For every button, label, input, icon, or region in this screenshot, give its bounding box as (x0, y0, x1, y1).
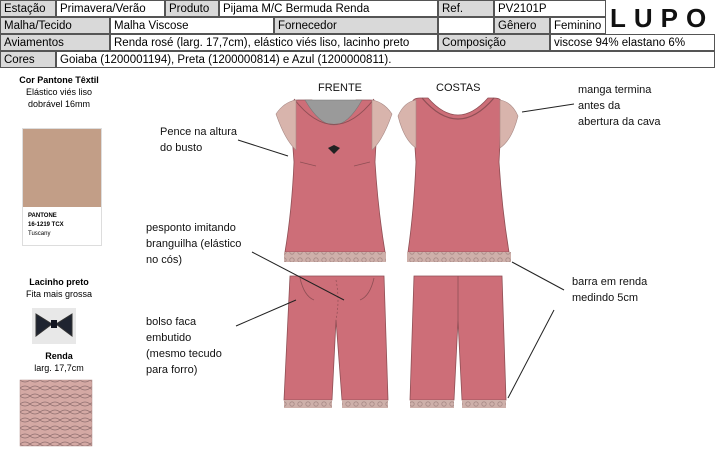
pence-annotation: Pence na altura do busto (160, 126, 238, 154)
front-right-sleeve (371, 99, 393, 151)
bolso-leader (235, 299, 297, 327)
back-shorts (409, 275, 507, 408)
back-left-sleeve (397, 99, 417, 149)
back-top (397, 97, 519, 262)
front-top-hem-lace (284, 252, 386, 262)
barra-leader-bottom (507, 309, 555, 399)
back-right-sleeve (499, 99, 519, 149)
back-top-hem-lace (407, 252, 511, 262)
front-right-leg-lace (342, 400, 388, 408)
front-left-leg-lace (284, 400, 332, 408)
back-view-label: COSTAS (436, 82, 481, 94)
manga-leader (521, 103, 575, 113)
barra-leader-top (511, 261, 565, 291)
bow-swatch (32, 308, 76, 344)
back-left-leg-lace (410, 400, 454, 408)
bolso-annotation: bolso faca embutido (mesmo tecudo para f… (146, 316, 222, 376)
back-top-body (407, 97, 510, 253)
front-top (275, 98, 393, 262)
manga-annotation: manga termina antes da abertura da cava (578, 84, 661, 128)
pesponto-annotation: pesponto imitando branguilha (elástico n… (146, 222, 242, 266)
technical-drawing (19, 97, 575, 447)
lace-swatch (19, 379, 93, 447)
back-right-leg-lace (462, 400, 506, 408)
front-left-sleeve (275, 99, 297, 151)
barra-annotation: barra em renda medindo 5cm (572, 276, 648, 304)
pence-leader (237, 139, 289, 157)
front-view-label: FRENTE (318, 82, 362, 94)
front-shorts-body (283, 275, 389, 401)
bow-knot (51, 320, 57, 328)
